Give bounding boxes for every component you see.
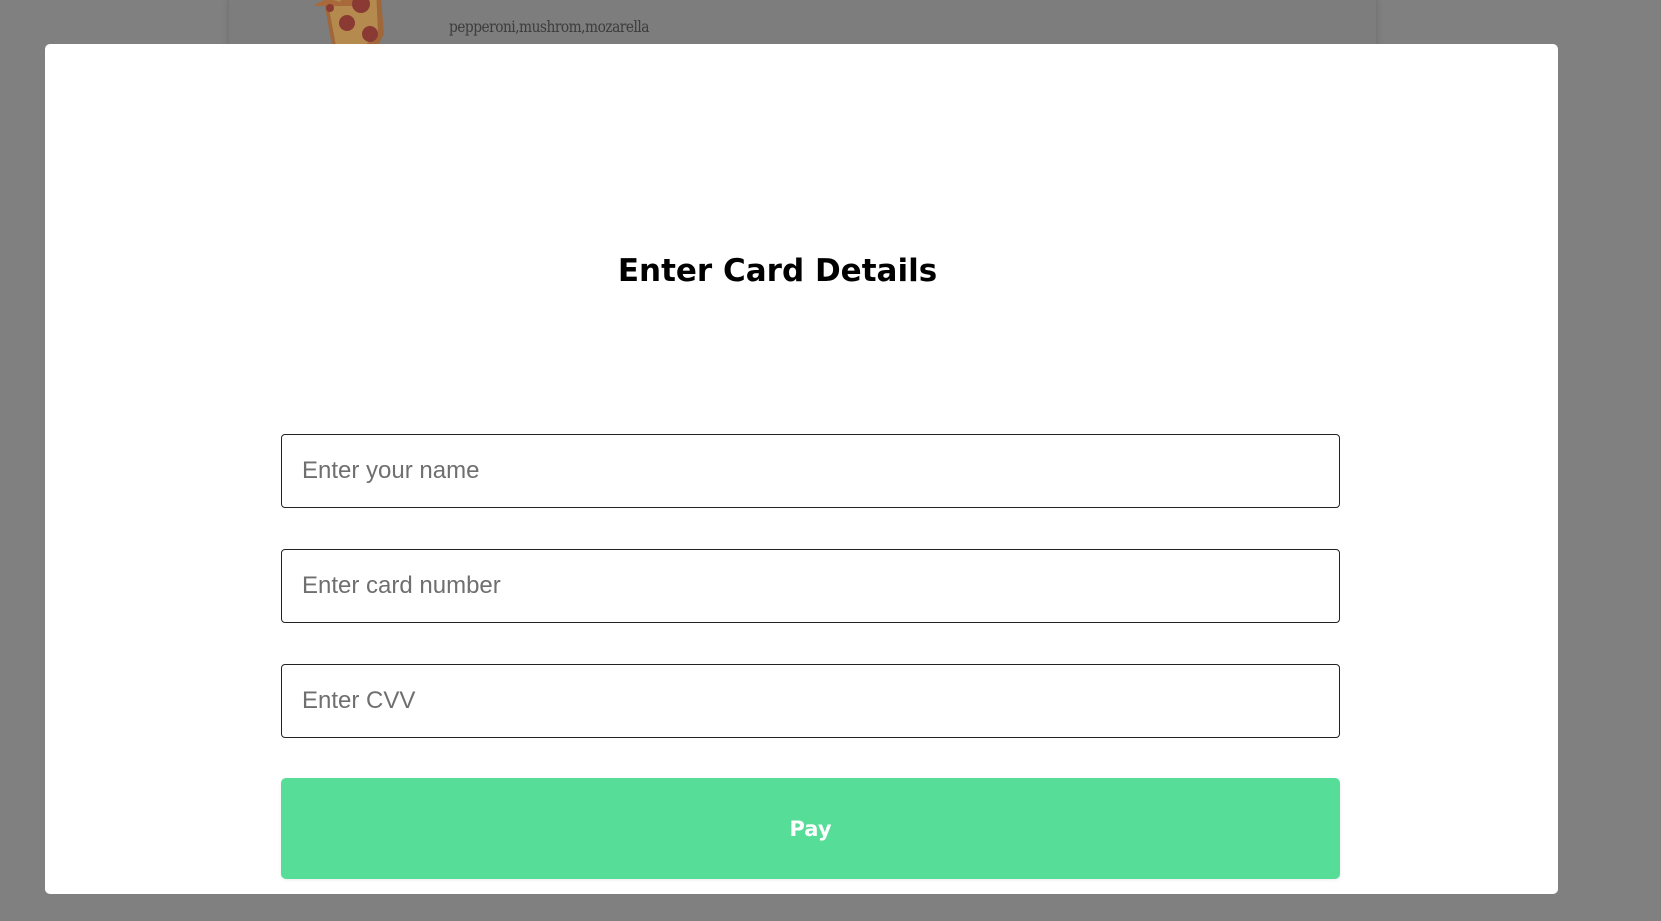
toppings-text: pepperoni,mushrom,mozarella: [449, 17, 649, 36]
cvv-input[interactable]: [281, 664, 1340, 738]
modal-title: Enter Card Details: [617, 253, 938, 289]
name-input[interactable]: [281, 434, 1340, 508]
pizza-slice-icon: [306, 0, 390, 46]
payment-modal: Enter Card Details Pay: [45, 44, 1558, 894]
card-number-input[interactable]: [281, 549, 1340, 623]
pay-button[interactable]: Pay: [281, 778, 1340, 879]
